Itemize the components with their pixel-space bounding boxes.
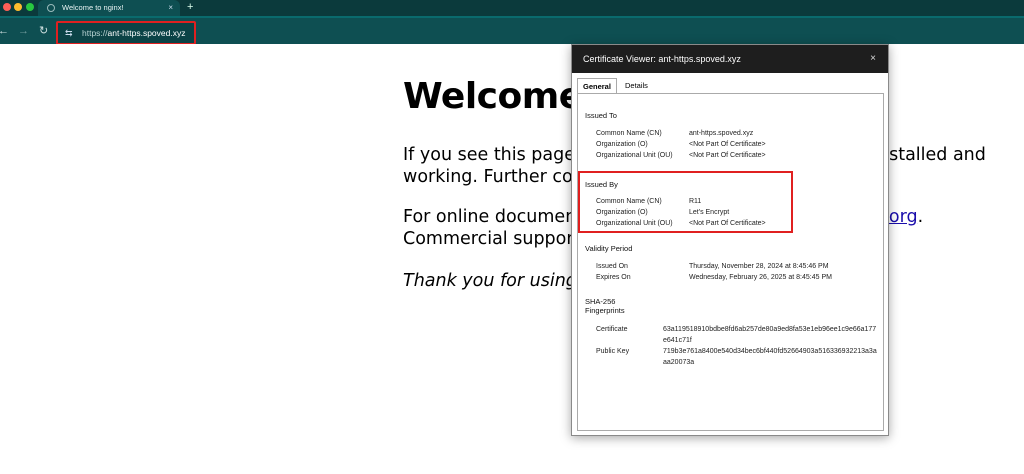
pubkey-fingerprint-value: 719b3e761a8400e540d34bec6bf440fd52664903… — [663, 348, 877, 366]
minimize-window-button[interactable] — [14, 3, 22, 11]
issued-to-cn-label: Common Name (CN) — [596, 130, 662, 137]
site-info-icon[interactable]: ⇆ — [65, 28, 73, 39]
expires-on-label: Expires On — [596, 274, 631, 281]
close-icon[interactable]: × — [870, 45, 876, 73]
intro-line-1: If you see this page, — [403, 145, 581, 165]
reload-icon[interactable]: ↻ — [39, 24, 48, 38]
thanks-paragraph: Thank you for using — [403, 271, 577, 291]
url-scheme: https:// — [82, 28, 108, 38]
dialog-title: Certificate Viewer: ant-https.spoved.xyz — [583, 54, 741, 64]
issued-by-ou-value: <Not Part Of Certificate> — [689, 220, 766, 227]
new-tab-button[interactable]: + — [187, 0, 193, 16]
globe-icon — [47, 4, 55, 12]
intro-paragraph: If you see this page, nstalled and workin… — [403, 144, 986, 188]
fingerprints-title-2: Fingerprints — [585, 306, 625, 315]
address-url[interactable]: https://ant-https.spoved.xyz — [82, 28, 185, 38]
issued-by-cn-value: R11 — [689, 198, 702, 205]
issued-on-label: Issued On — [596, 263, 628, 270]
expires-on-value: Wednesday, February 26, 2025 at 8:45:45 … — [689, 274, 832, 281]
issued-by-cn-label: Common Name (CN) — [596, 198, 662, 205]
browser-tab[interactable]: Welcome to nginx! × — [38, 0, 180, 16]
issued-to-o-label: Organization (O) — [596, 141, 648, 148]
validity-title: Validity Period — [585, 244, 633, 253]
issued-by-title: Issued By — [585, 180, 618, 189]
docs-line-2: Commercial support — [403, 229, 581, 249]
back-arrow-icon[interactable]: ← — [0, 24, 9, 38]
cert-fingerprint-value: 63a119518910bdbe8fd6ab257de80a9ed8fa53e1… — [663, 326, 877, 344]
dialog-titlebar: Certificate Viewer: ant-https.spoved.xyz… — [572, 45, 888, 73]
tab-strip: Welcome to nginx! × + — [0, 0, 1024, 16]
issued-on-value: Thursday, November 28, 2024 at 8:45:46 P… — [689, 263, 829, 270]
tab-general[interactable]: General — [577, 78, 617, 93]
issued-by-o-label: Organization (O) — [596, 209, 648, 216]
address-bar[interactable]: ⇆ https://ant-https.spoved.xyz — [56, 21, 196, 45]
intro-line-1-tail: nstalled and — [878, 145, 986, 165]
tab-title: Welcome to nginx! — [62, 3, 124, 12]
close-tab-icon[interactable]: × — [168, 0, 173, 16]
close-window-button[interactable] — [3, 3, 11, 11]
docs-line-1-end: . — [917, 207, 924, 227]
url-host: ant-https.spoved.xyz — [107, 28, 186, 38]
issued-by-ou-label: Organizational Unit (OU) — [596, 220, 673, 227]
tab-details[interactable]: Details — [620, 78, 653, 93]
issued-to-cn-value: ant-https.spoved.xyz — [689, 130, 754, 137]
intro-line-2: working. Further cor — [403, 167, 580, 187]
issued-to-ou-label: Organizational Unit (OU) — [596, 152, 673, 159]
forward-arrow-icon[interactable]: → — [18, 24, 29, 38]
browser-toolbar: ← → ↻ ⇆ https://ant-https.spoved.xyz — [0, 16, 1024, 45]
docs-line-1: For online document — [403, 207, 584, 227]
fingerprints-title-1: SHA-256 — [585, 297, 616, 306]
pubkey-fingerprint-label: Public Key — [596, 348, 630, 355]
issued-to-title: Issued To — [585, 111, 617, 120]
issued-by-o-value: Let's Encrypt — [689, 209, 730, 216]
docs-paragraph: For online document x.org. Commercial sup… — [403, 206, 923, 250]
issued-to-ou-value: <Not Part Of Certificate> — [689, 152, 766, 159]
general-panel: Issued To Common Name (CN) ant-https.spo… — [577, 93, 884, 431]
issued-to-o-value: <Not Part Of Certificate> — [689, 141, 766, 148]
page-heading: Welcome — [403, 76, 583, 117]
maximize-window-button[interactable] — [26, 3, 34, 11]
cert-fingerprint-label: Certificate — [596, 326, 628, 333]
certificate-viewer-dialog: Certificate Viewer: ant-https.spoved.xyz… — [571, 44, 889, 436]
